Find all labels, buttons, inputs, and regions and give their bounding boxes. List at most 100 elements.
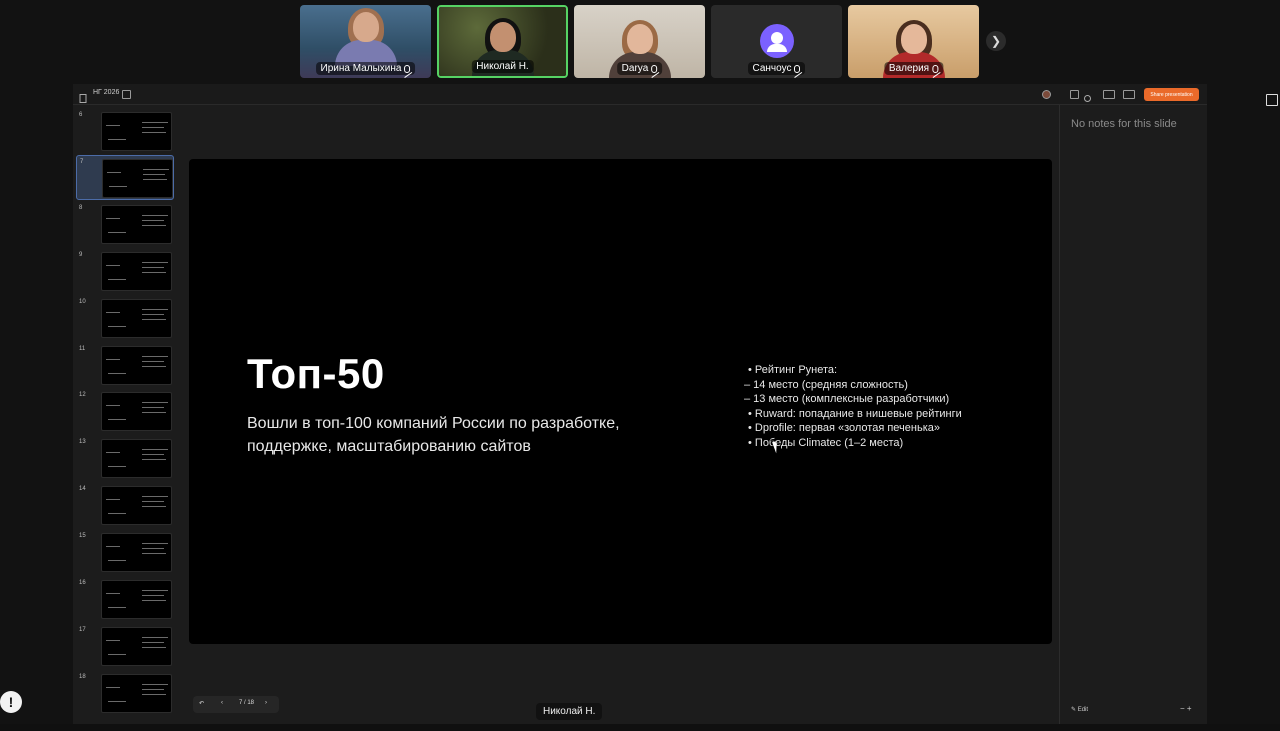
- notes-edit-label: Edit: [1077, 707, 1089, 713]
- preview-line: [142, 309, 168, 310]
- participant-tile[interactable]: Ирина Малыхина: [300, 5, 431, 78]
- preview-line: [106, 265, 120, 266]
- preview-line: [108, 607, 126, 608]
- slide-thumbnail[interactable]: 10: [76, 296, 174, 341]
- preview-line: [106, 452, 120, 453]
- slide-thumbnail[interactable]: 15: [76, 530, 174, 575]
- share-presentation-button[interactable]: Share presentation: [1144, 88, 1199, 101]
- layout-grid-icon[interactable]: [1123, 90, 1135, 99]
- notes-edit-button[interactable]: ✎ Edit: [1071, 706, 1088, 713]
- slide-thumbnail[interactable]: 7: [76, 155, 174, 200]
- preview-line: [142, 637, 168, 638]
- preview-line: [142, 553, 166, 554]
- preview-line: [106, 405, 120, 406]
- slide-thumbnail[interactable]: 14: [76, 483, 174, 528]
- slide-thumbnail[interactable]: 11: [76, 343, 174, 388]
- slide-thumbnail[interactable]: 16: [76, 577, 174, 622]
- participant-name: Николай Н.: [476, 61, 529, 72]
- preview-line: [143, 169, 169, 170]
- slide-number: 11: [79, 346, 86, 352]
- slide-thumbnail[interactable]: 9: [76, 249, 174, 294]
- participant-tile[interactable]: Darya: [574, 5, 705, 78]
- bullet-item: – 14 место (средняя сложность): [744, 378, 908, 391]
- slide-thumbnail[interactable]: 8: [76, 202, 174, 247]
- file-icon[interactable]: [79, 90, 88, 103]
- avatar: [759, 24, 794, 58]
- slide-thumbnail[interactable]: 12: [76, 389, 174, 434]
- preview-line: [106, 499, 120, 500]
- slide-preview: [101, 205, 172, 244]
- preview-line: [142, 356, 168, 357]
- preview-line: [142, 122, 168, 123]
- next-participants-button[interactable]: ❯: [986, 31, 1006, 51]
- undo-icon[interactable]: ↶: [199, 700, 204, 707]
- preview-line: [142, 689, 164, 690]
- layout-split-icon[interactable]: [1103, 90, 1115, 99]
- slide-stage: Топ-50 Вошли в топ-100 компаний России п…: [177, 105, 1059, 724]
- feedback-icon[interactable]: !: [0, 691, 22, 713]
- preview-line: [142, 501, 164, 502]
- screen-icon[interactable]: [1070, 90, 1079, 99]
- avatar: [1042, 90, 1051, 99]
- preview-line: [142, 543, 168, 544]
- preview-line: [106, 218, 120, 219]
- preview-line: [108, 654, 126, 655]
- notes-zoom-controls[interactable]: − +: [1180, 704, 1192, 713]
- presentation-window: НГ 2026 Share presentation 6 7 8 9 10 11 12 13 1…: [73, 84, 1207, 724]
- slide-thumbnail[interactable]: 6: [76, 109, 174, 154]
- mouse-cursor-icon: [772, 440, 781, 454]
- preview-line: [142, 407, 164, 408]
- slide-number: 14: [79, 486, 86, 492]
- preview-line: [142, 314, 164, 315]
- preview-line: [142, 215, 168, 216]
- preview-line: [142, 132, 166, 133]
- preview-line: [109, 186, 127, 187]
- next-slide-icon[interactable]: ›: [265, 700, 267, 706]
- slide-number: 16: [79, 580, 86, 586]
- prev-slide-icon[interactable]: ‹: [221, 700, 223, 706]
- slide-thumbnail[interactable]: 13: [76, 436, 174, 481]
- preview-line: [142, 402, 168, 403]
- presentation-title: НГ 2026: [93, 89, 120, 96]
- preview-line: [142, 262, 168, 263]
- preview-line: [106, 546, 120, 547]
- bullet-item: • Ruward: попадание в нишевые рейтинги: [748, 407, 962, 420]
- slide-preview: [101, 439, 172, 478]
- participant-name: Ирина Малыхина: [320, 63, 402, 74]
- slide-thumbnail[interactable]: 18: [76, 671, 174, 716]
- slide-bullet-list: • Рейтинг Рунета: – 14 место (средняя сл…: [744, 363, 962, 450]
- preview-line: [108, 373, 126, 374]
- slide-preview: [101, 533, 172, 572]
- preview-line: [142, 267, 164, 268]
- slide-thumbnail[interactable]: 17: [76, 624, 174, 669]
- mic-icon: [404, 64, 411, 73]
- preview-line: [108, 466, 126, 467]
- presentation-toolbar: НГ 2026 Share presentation: [73, 84, 1207, 105]
- person-icon: [766, 32, 787, 52]
- participant-tile-active[interactable]: Николай Н.: [437, 5, 568, 78]
- preview-line: [142, 366, 166, 367]
- slide-number: 18: [79, 674, 86, 680]
- preview-line: [142, 642, 164, 643]
- slide-thumbnails: 6 7 8 9 10 11 12 13 14 15 16 17 18: [73, 105, 177, 724]
- slide-number: 9: [79, 252, 83, 258]
- preview-line: [142, 449, 168, 450]
- fullscreen-icon[interactable]: [1266, 94, 1278, 106]
- settings-icon[interactable]: [1083, 90, 1092, 102]
- preview-line: [142, 684, 168, 685]
- participant-name: Darya: [621, 63, 649, 74]
- slide-number: 10: [79, 299, 86, 305]
- participant-tile[interactable]: Санчоус: [711, 5, 842, 78]
- sidebar-toggle-icon[interactable]: [122, 90, 131, 99]
- participant-tile[interactable]: Валерия: [848, 5, 979, 78]
- mic-icon: [651, 64, 658, 73]
- slide-preview: [101, 112, 172, 151]
- notes-empty-text: No notes for this slide: [1071, 118, 1177, 130]
- slide-number: 13: [79, 439, 86, 445]
- slide-number: 15: [79, 533, 86, 539]
- preview-line: [142, 694, 166, 695]
- slide-subtitle: Вошли в топ-100 компаний России по разра…: [247, 415, 620, 455]
- preview-line: [107, 172, 121, 173]
- slide-preview: [101, 627, 172, 666]
- active-speaker-label: Николай Н.: [536, 703, 603, 720]
